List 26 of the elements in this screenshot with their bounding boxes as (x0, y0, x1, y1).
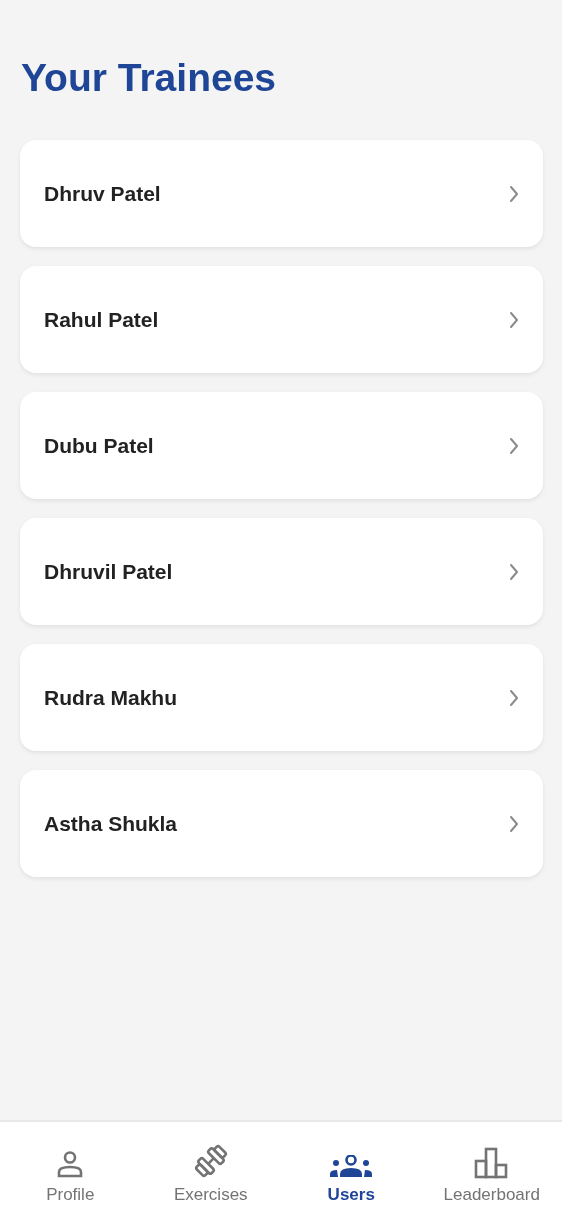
page-title: Your Trainees (21, 56, 277, 100)
nav-tab[interactable]: Users (281, 1122, 422, 1213)
trainee-card[interactable]: Dhruvil Patel (20, 518, 543, 625)
chevron-right-icon (509, 562, 519, 581)
trainee-name: Rudra Makhu (44, 685, 177, 710)
trainee-name: Rahul Patel (44, 307, 159, 332)
trainee-card[interactable]: Astha Shukla (20, 770, 543, 877)
nav-tab[interactable]: Leaderboard (421, 1122, 562, 1213)
dumbbell-icon (192, 1143, 229, 1179)
trainee-name: Dhruv Patel (44, 181, 161, 206)
bar-chart-icon (473, 1147, 510, 1179)
trainee-name: Dhruvil Patel (44, 559, 173, 584)
trainee-card[interactable]: Rahul Patel (20, 266, 543, 373)
trainee-name: Dubu Patel (44, 433, 154, 458)
chevron-right-icon (509, 310, 519, 329)
chevron-right-icon (509, 436, 519, 455)
users-icon (330, 1155, 373, 1179)
trainee-name: Astha Shukla (44, 811, 178, 836)
chevron-right-icon (509, 688, 519, 707)
trainee-card[interactable]: Dhruv Patel (20, 140, 543, 247)
trainee-card[interactable]: Rudra Makhu (20, 644, 543, 751)
chevron-right-icon (509, 184, 519, 203)
chevron-right-icon (509, 814, 519, 833)
nav-tab[interactable]: Exercises (140, 1122, 281, 1213)
nav-tab[interactable]: Profile (0, 1122, 141, 1213)
trainee-card[interactable]: Dubu Patel (20, 392, 543, 499)
